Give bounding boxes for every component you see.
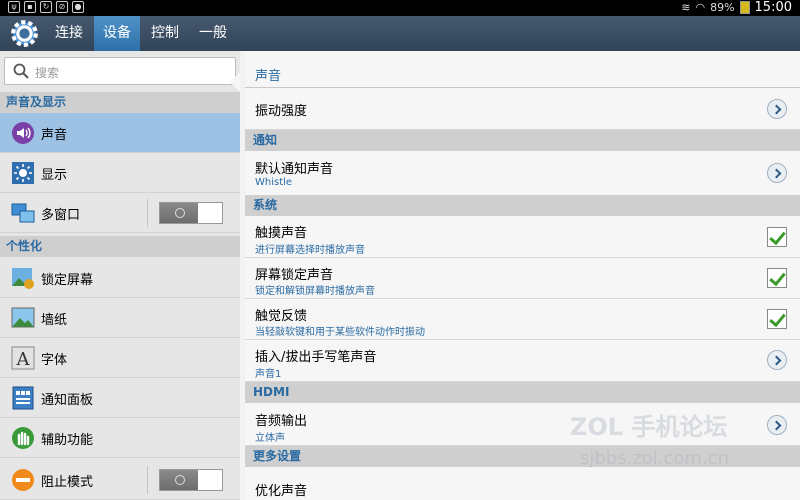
wifi-icon: ◠ (695, 1, 706, 14)
vibration-intensity-row[interactable]: 振动强度 (245, 88, 800, 130)
search-icon (13, 63, 29, 79)
section-header-system: 系统 (245, 195, 800, 216)
chevron-right-icon (767, 99, 787, 119)
wallpaper-icon (11, 307, 35, 328)
tab-general[interactable]: 一般 (190, 16, 236, 51)
usb-icon: ψ (8, 1, 20, 13)
sidebar-item-label: 声音 (41, 128, 68, 143)
notification-icons: ψ ▪ ↻ ⊘ ● (8, 1, 84, 13)
sync-icon: ↻ (40, 1, 52, 13)
haptic-feedback-checkbox[interactable] (767, 309, 787, 329)
touch-sound-checkbox[interactable] (767, 227, 787, 247)
divider (147, 466, 148, 494)
sidebar-item-label: 锁定屏幕 (41, 273, 94, 288)
lock-screen-icon (12, 268, 34, 289)
toggle-knob (160, 470, 198, 490)
watermark: ZOL 手机论坛 (570, 413, 728, 441)
chevron-right-icon (767, 163, 787, 183)
sidebar-item-label: 辅助功能 (41, 433, 94, 448)
accessibility-icon (12, 427, 34, 449)
sidebar-item-display[interactable]: 显示 (0, 153, 240, 193)
clock: 15:00 (754, 0, 792, 15)
sidebar-item-blocking-mode[interactable]: 阻止模式 (0, 460, 240, 500)
screen-lock-sound-row[interactable]: 屏幕锁定声音 锁定和解锁屏幕时播放声音 (245, 258, 800, 299)
sidebar-item-label: 字体 (41, 353, 68, 368)
sidebar-item-accessibility[interactable]: 辅助功能 (0, 418, 240, 458)
battery-icon (739, 1, 750, 14)
font-icon: A (11, 346, 35, 370)
screen-lock-sound-checkbox[interactable] (767, 268, 787, 288)
settings-gear-icon (11, 20, 38, 47)
section-header-personalization: 个性化 (0, 236, 240, 257)
row-subtitle: 当轻敲软键和用于某些软件动作时振动 (255, 327, 425, 338)
sidebar-item-label: 显示 (41, 168, 68, 183)
notification-panel-icon (12, 386, 34, 410)
sidebar-item-label: 通知面板 (41, 393, 94, 408)
multi-window-icon (11, 203, 35, 223)
svg-text:A: A (16, 349, 31, 370)
tab-bar: 连接 设备 控制 一般 (0, 16, 800, 51)
chevron-right-icon (767, 350, 787, 370)
row-title: 优化声音 (255, 484, 308, 499)
sidebar-item-wallpaper[interactable]: 墙纸 (0, 298, 240, 338)
sidebar-item-font[interactable]: A 字体 (0, 338, 240, 378)
image-icon: ▪ (24, 1, 36, 13)
chat-icon: ● (72, 1, 84, 13)
divider (147, 199, 148, 227)
row-title: 插入/拔出手写笔声音 (255, 350, 377, 365)
blocking-mode-icon (12, 469, 34, 491)
sidebar-item-label: 墙纸 (41, 313, 68, 328)
watermark-url: sjbbs.zol.com.cn (580, 448, 729, 469)
sidebar-item-notification-panel[interactable]: 通知面板 (0, 378, 240, 418)
row-subtitle: 立体声 (255, 433, 285, 444)
section-header-notification: 通知 (245, 130, 800, 151)
speaker-icon (12, 122, 34, 144)
search-input[interactable]: 搜索 (4, 57, 236, 85)
sidebar-item-lock-screen[interactable]: 锁定屏幕 (0, 258, 240, 298)
brightness-icon (12, 162, 34, 184)
battery-percent: 89% (710, 1, 735, 14)
row-subtitle: 进行屏幕选择时播放声音 (255, 245, 365, 256)
haptic-feedback-row[interactable]: 触觉反馈 当轻敲软键和用于某些软件动作时振动 (245, 299, 800, 340)
sidebar-item-label: 阻止模式 (41, 475, 94, 490)
row-subtitle: 声音1 (255, 369, 282, 380)
tab-controls[interactable]: 控制 (140, 16, 190, 51)
status-right: ≋ ◠ 89% 15:00 (681, 0, 792, 15)
selection-pointer (230, 72, 240, 92)
settings-sidebar: 搜索 声音及显示 声音 显示 多窗口 个性化 锁定屏幕 墙纸 A 字体 通知面板… (0, 51, 240, 500)
optimize-sound-row[interactable]: 优化声音 (245, 467, 800, 500)
row-title: 屏幕锁定声音 (255, 268, 334, 283)
sidebar-item-multi-window[interactable]: 多窗口 (0, 193, 240, 233)
status-bar: ψ ▪ ↻ ⊘ ● ≋ ◠ 89% 15:00 (0, 0, 800, 16)
no-signal-icon: ⊘ (56, 1, 68, 13)
default-notification-sound-row[interactable]: 默认通知声音 Whistle (245, 151, 800, 196)
chevron-right-icon (767, 415, 787, 435)
row-subtitle: 锁定和解锁屏幕时播放声音 (255, 286, 375, 297)
section-header-hdmi: HDMI (245, 382, 800, 403)
blocking-mode-toggle[interactable] (159, 469, 223, 491)
vibrate-icon: ≋ (681, 1, 691, 14)
row-title: 音频输出 (255, 414, 308, 429)
pen-sound-row[interactable]: 插入/拔出手写笔声音 声音1 (245, 340, 800, 382)
section-header-sound-display: 声音及显示 (0, 92, 240, 113)
search-placeholder: 搜索 (35, 66, 60, 80)
tab-device[interactable]: 设备 (94, 16, 140, 51)
toggle-knob (160, 203, 198, 223)
row-title: 触觉反馈 (255, 309, 308, 324)
row-title: 触摸声音 (255, 226, 308, 241)
touch-sound-row[interactable]: 触摸声音 进行屏幕选择时播放声音 (245, 216, 800, 258)
sidebar-item-sound[interactable]: 声音 (0, 113, 240, 153)
multi-window-toggle[interactable] (159, 202, 223, 224)
panel-title: 声音 (255, 69, 282, 84)
tab-connections[interactable]: 连接 (44, 16, 94, 51)
row-subtitle: Whistle (255, 177, 293, 188)
sidebar-item-label: 多窗口 (41, 208, 81, 223)
row-title: 默认通知声音 (255, 162, 334, 177)
row-title: 振动强度 (255, 104, 308, 119)
